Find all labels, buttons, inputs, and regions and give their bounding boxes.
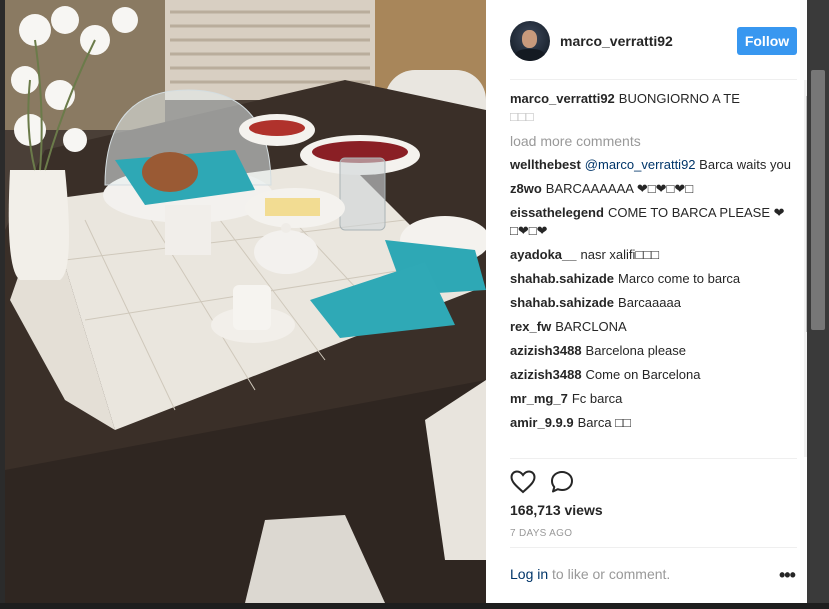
footer-divider [510,547,797,548]
comment-text: Barca waits you [699,157,791,172]
list-item: shahab.sahizade Marco come to barca [510,270,792,288]
window-scrollbar-thumb[interactable] [811,70,825,330]
load-more-comments-link[interactable]: load more comments [510,132,792,150]
login-link[interactable]: Log in [510,566,548,582]
comment-username[interactable]: shahab.sahizade [510,271,614,286]
comment-username[interactable]: eissathelegend [510,205,604,220]
post-timestamp: 7 DAYS AGO [510,528,573,539]
comment-bubble-icon[interactable] [550,470,576,494]
avatar-shirt [515,49,545,61]
comment-list[interactable]: marco_verratti92 BUONGIORNO A TE □□□ load… [510,90,792,457]
list-item: ayadoka__ nasr xalifi□□□ [510,246,792,264]
comment-text: BARCLONA [555,319,627,334]
list-item: wellthebest @marco_verratti92 Barca waits… [510,156,792,174]
comment-username[interactable]: mr_mg_7 [510,391,568,406]
comment-text: Come on Barcelona [585,367,701,382]
list-item: amir_9.9.9 Barca □□ [510,414,792,432]
bottom-strip [0,603,829,609]
comment-mention[interactable]: @marco_verratti92 [585,157,696,172]
post-media[interactable] [5,0,486,603]
comment-text: Marco come to barca [618,271,741,286]
comment-username[interactable]: wellthebest [510,157,581,172]
list-item: shahab.sahizade Barcaaaaa [510,294,792,312]
comment-username[interactable]: azizish3488 [510,343,582,358]
comment-text: Barcaaaaa [618,295,681,310]
login-prompt: Log in to like or comment. [510,566,797,582]
login-suffix-text: to like or comment. [552,566,671,582]
avatar[interactable] [510,21,550,61]
window-scrollbar[interactable] [807,0,829,603]
list-item: azizish3488 Come on Barcelona [510,366,792,384]
comment-text: Barcelona please [585,343,687,358]
actions-divider [510,458,797,459]
avatar-face [522,30,537,48]
comment-username[interactable]: amir_9.9.9 [510,415,574,430]
caption-emoji: □□□ [510,109,534,124]
header-username[interactable]: marco_verratti92 [560,33,673,49]
comment-username[interactable]: rex_fw [510,319,551,334]
list-item: rex_fw BARCLONA [510,318,792,336]
post-side-panel: marco_verratti92 Follow marco_verratti92… [486,0,818,603]
list-item: eissathelegend COME TO BARCA PLEASE ❤□❤□❤ [510,204,792,240]
post-header: marco_verratti92 Follow [486,0,807,80]
more-options-icon[interactable]: ••• [779,565,796,586]
comment-text: BARCAAAAAA ❤□❤□❤□ [545,181,694,196]
comment-text: Barca □□ [577,415,631,430]
caption-text: BUONGIORNO A TE [618,91,740,106]
comment-username[interactable]: ayadoka__ [510,247,577,262]
caption: marco_verratti92 BUONGIORNO A TE □□□ [510,90,792,126]
comment-username[interactable]: azizish3488 [510,367,582,382]
list-item: z8wo BARCAAAAAA ❤□❤□❤□ [510,180,792,198]
comment-username[interactable]: shahab.sahizade [510,295,614,310]
follow-button[interactable]: Follow [737,27,797,55]
list-item: azizish3488 Barcelona please [510,342,792,360]
caption-username[interactable]: marco_verratti92 [510,91,615,106]
header-divider [510,79,797,80]
comment-text: nasr xalifi□□□ [580,247,659,262]
comment-username[interactable]: z8wo [510,181,542,196]
list-item: mr_mg_7 Fc barca [510,390,792,408]
heart-icon[interactable] [510,470,536,494]
breakfast-table-photo [5,0,486,603]
view-count: 168,713 views [510,502,603,518]
comment-text: Fc barca [571,391,623,406]
